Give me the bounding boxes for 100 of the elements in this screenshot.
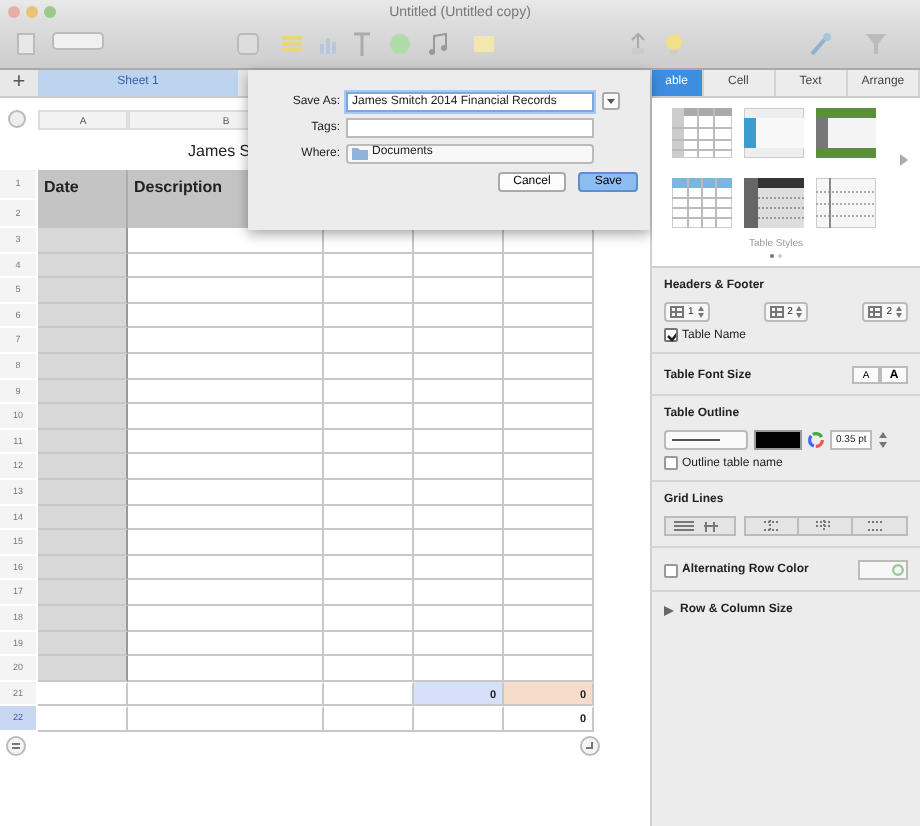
table-cell bbox=[324, 353, 414, 380]
next-page-icon[interactable] bbox=[900, 154, 908, 166]
table-cell bbox=[38, 505, 128, 531]
brush-icon[interactable] bbox=[808, 32, 832, 56]
color-well[interactable] bbox=[754, 430, 802, 450]
zoom-dropdown[interactable] bbox=[52, 32, 104, 50]
minimize-button[interactable] bbox=[26, 6, 38, 18]
table-style-thumbnail[interactable] bbox=[744, 178, 804, 228]
table-cell bbox=[414, 580, 504, 606]
add-sheet-button[interactable]: + bbox=[0, 70, 38, 96]
table-cell bbox=[38, 429, 128, 455]
grid-lines-button-group[interactable] bbox=[744, 516, 908, 536]
table-cell bbox=[38, 706, 128, 732]
table-cell bbox=[504, 379, 594, 405]
table-icon[interactable] bbox=[236, 32, 260, 56]
table-cell bbox=[414, 429, 504, 455]
stepper-arrows-icon[interactable] bbox=[697, 306, 704, 318]
table-cell bbox=[504, 278, 594, 304]
table-cell bbox=[324, 605, 414, 631]
table-cell bbox=[414, 303, 504, 329]
table-style-thumbnail[interactable] bbox=[816, 178, 876, 228]
table-cell bbox=[504, 429, 594, 455]
table-cell bbox=[504, 328, 594, 354]
table-cell bbox=[38, 479, 128, 506]
table-cell bbox=[414, 353, 504, 380]
table-cell bbox=[414, 454, 504, 480]
table-cell bbox=[38, 379, 128, 405]
table-grid-icon bbox=[868, 306, 883, 318]
table-cell bbox=[324, 429, 414, 455]
table-cell bbox=[38, 681, 128, 707]
table-cell bbox=[414, 379, 504, 405]
table-cell bbox=[38, 454, 128, 480]
stepper-arrows-icon[interactable] bbox=[896, 306, 902, 318]
chart-icon[interactable] bbox=[316, 32, 340, 56]
shape-icon[interactable] bbox=[388, 32, 412, 56]
text-icon[interactable] bbox=[352, 32, 372, 56]
table-grid-icon bbox=[670, 306, 684, 318]
disclosure-triangle-icon[interactable] bbox=[664, 605, 674, 615]
table-cell bbox=[38, 580, 128, 606]
table-cell bbox=[38, 353, 128, 380]
table-cell bbox=[414, 404, 504, 430]
music-note-icon[interactable] bbox=[428, 32, 448, 56]
table-cell bbox=[504, 631, 594, 657]
table-cell bbox=[324, 530, 414, 556]
table-cell bbox=[504, 555, 594, 581]
table-cell bbox=[504, 605, 594, 631]
color-wheel-icon[interactable] bbox=[892, 564, 904, 576]
table-cell bbox=[38, 228, 128, 254]
table-cell bbox=[38, 555, 128, 581]
table-cell bbox=[324, 505, 414, 531]
table-cell bbox=[414, 479, 504, 506]
header-cell: Date bbox=[38, 170, 128, 228]
table-cell bbox=[414, 530, 504, 556]
table-cell bbox=[414, 253, 504, 279]
share-icon[interactable] bbox=[628, 32, 648, 56]
table-cell bbox=[324, 656, 414, 682]
table-cell bbox=[324, 555, 414, 581]
folder-icon bbox=[352, 147, 368, 159]
table-style-thumbnail[interactable] bbox=[744, 108, 804, 158]
table-cell bbox=[504, 253, 594, 279]
list-icon[interactable] bbox=[280, 32, 304, 56]
table-cell bbox=[38, 404, 128, 430]
table-style-thumbnail[interactable] bbox=[672, 178, 732, 228]
horizontal-lines-button[interactable] bbox=[664, 516, 736, 536]
table-cell bbox=[504, 454, 594, 480]
table-cell bbox=[324, 328, 414, 354]
table-style-thumbnail[interactable] bbox=[816, 108, 876, 158]
select-all-button[interactable] bbox=[8, 110, 26, 128]
line-style-popup[interactable] bbox=[664, 430, 748, 450]
table-cell bbox=[38, 278, 128, 304]
zoom-button[interactable] bbox=[44, 6, 56, 18]
table-cell bbox=[504, 303, 594, 329]
table-cell bbox=[414, 605, 504, 631]
table-style-thumbnail[interactable] bbox=[672, 108, 732, 158]
table-cell bbox=[324, 253, 414, 279]
color-well[interactable] bbox=[858, 560, 908, 580]
color-wheel-icon[interactable] bbox=[808, 432, 824, 448]
table-cell bbox=[38, 656, 128, 682]
stepper-arrows-icon[interactable] bbox=[796, 306, 803, 318]
table-cell bbox=[38, 253, 128, 279]
table-cell bbox=[504, 505, 594, 531]
table-cell bbox=[324, 580, 414, 606]
add-row-handle-icon[interactable] bbox=[6, 735, 26, 756]
table-cell bbox=[324, 404, 414, 430]
table-cell bbox=[38, 328, 128, 354]
table-cell bbox=[504, 404, 594, 430]
line-sample-icon bbox=[672, 436, 720, 444]
expand-dialog-button[interactable] bbox=[602, 92, 620, 110]
table-cell bbox=[38, 605, 128, 631]
close-button[interactable] bbox=[8, 6, 20, 18]
table-cell bbox=[38, 631, 128, 657]
funnel-icon[interactable] bbox=[864, 32, 888, 56]
table-cell bbox=[414, 328, 504, 354]
stepper-arrows-icon[interactable] bbox=[878, 430, 889, 450]
tags-field[interactable] bbox=[346, 117, 594, 137]
resize-handle-icon[interactable] bbox=[580, 735, 600, 756]
table-cell bbox=[414, 278, 504, 304]
comment-icon[interactable] bbox=[472, 32, 496, 56]
sidebar-icon[interactable] bbox=[16, 32, 36, 56]
lightbulb-icon[interactable] bbox=[664, 32, 684, 56]
